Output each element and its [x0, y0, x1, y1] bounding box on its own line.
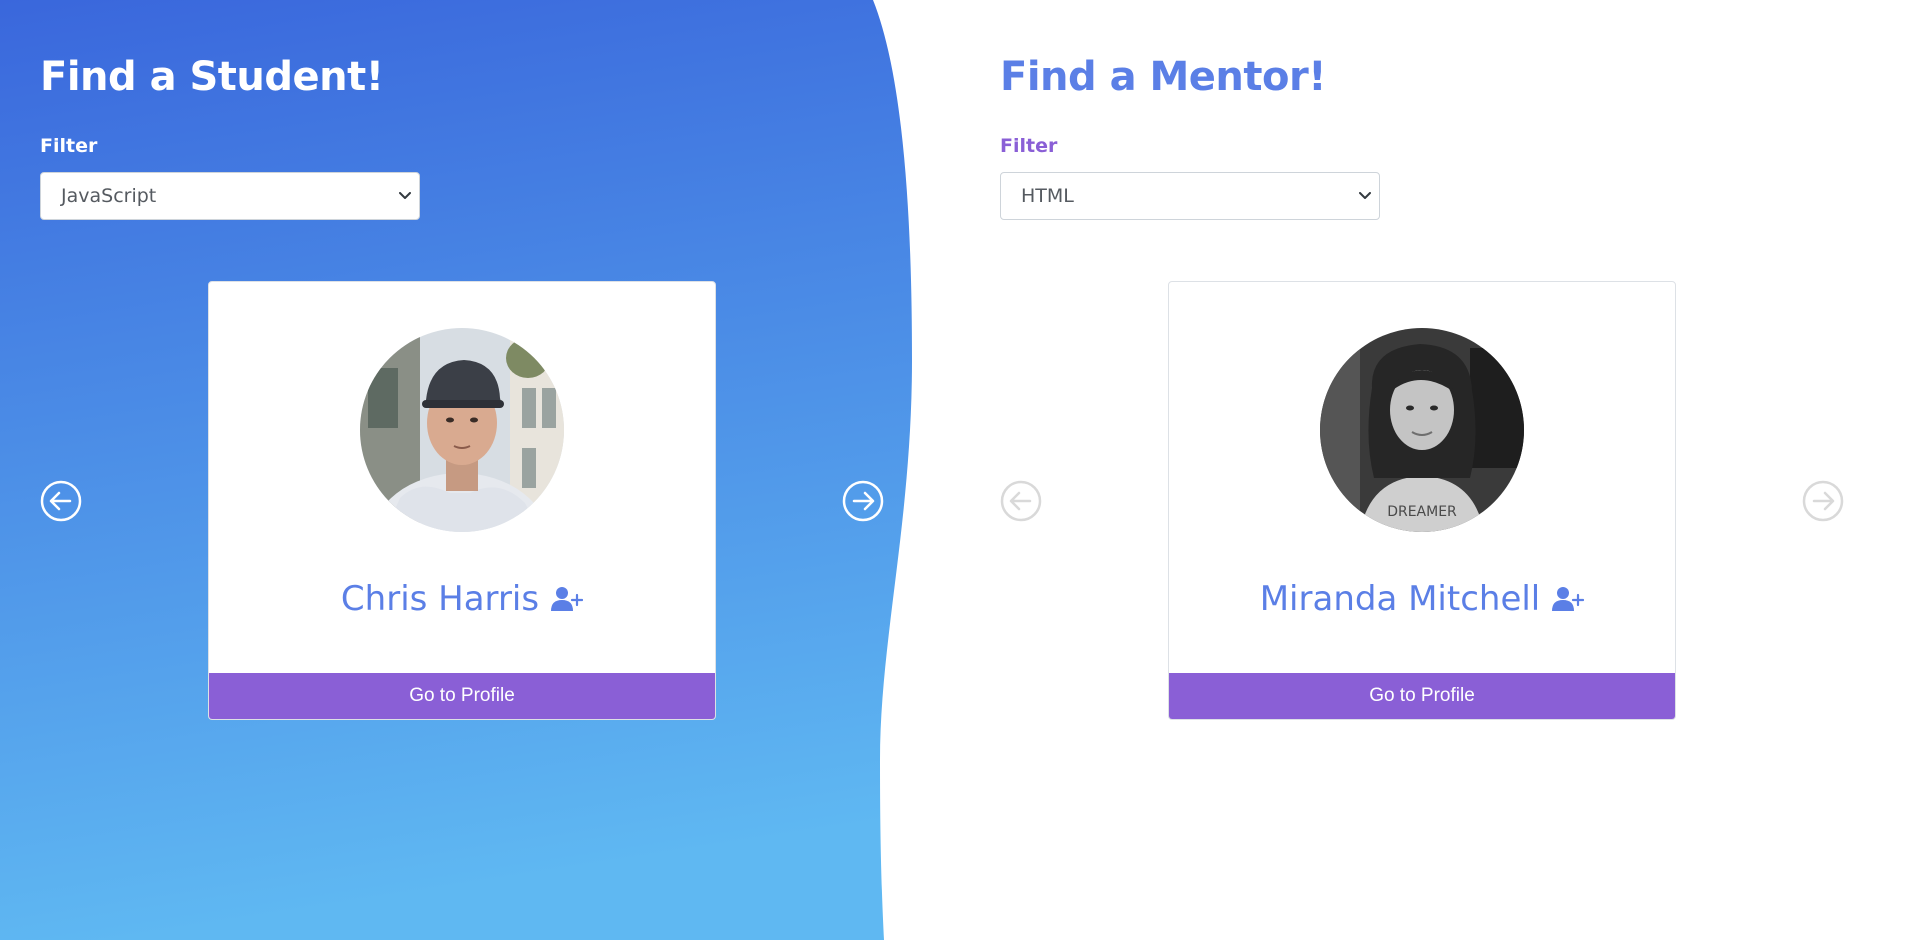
chevron-down-icon: [391, 172, 419, 220]
student-go-to-profile-button[interactable]: Go to Profile: [209, 673, 715, 719]
mentor-name: Miranda Mitchell: [1259, 579, 1541, 619]
student-filter-value: JavaScript: [61, 185, 157, 207]
mentor-go-to-profile-button[interactable]: Go to Profile: [1169, 673, 1675, 719]
mentor-filter-value: HTML: [1021, 185, 1074, 207]
student-filter-select[interactable]: JavaScript: [40, 172, 420, 220]
add-user-icon[interactable]: [1552, 585, 1585, 613]
mentor-title: Find a Mentor!: [1000, 54, 1326, 100]
avatar-photo-woman-bw: DREAMER: [1320, 328, 1524, 532]
mentor-name-row: Miranda Mitchell: [1169, 579, 1675, 619]
mentor-avatar: DREAMER: [1320, 328, 1524, 532]
mentor-prev-arrow[interactable]: [1000, 480, 1042, 522]
arrow-left-circle-icon: [1000, 480, 1042, 522]
student-prev-arrow[interactable]: [40, 480, 82, 522]
student-name: Chris Harris: [340, 579, 540, 619]
mentor-card: DREAMER Miranda Mitchell Go to Profile: [1168, 281, 1676, 720]
student-next-arrow[interactable]: [842, 480, 884, 522]
arrow-left-circle-icon: [40, 480, 82, 522]
svg-text:DREAMER: DREAMER: [1387, 504, 1457, 520]
page: Find a Student! Filter JavaScript Chris …: [0, 0, 1920, 940]
chevron-down-icon: [1351, 172, 1379, 220]
student-title: Find a Student!: [40, 54, 384, 100]
mentor-filter-select[interactable]: HTML: [1000, 172, 1380, 220]
avatar-photo-man-cap: [360, 328, 564, 532]
mentor-section: Find a Mentor! Filter HTML DREAMER Miran…: [960, 0, 1920, 940]
mentor-next-arrow[interactable]: [1802, 480, 1844, 522]
student-card: Chris Harris Go to Profile: [208, 281, 716, 720]
mentor-filter-label: Filter: [1000, 135, 1058, 157]
arrow-right-circle-icon: [842, 480, 884, 522]
student-name-row: Chris Harris: [209, 579, 715, 619]
arrow-right-circle-icon: [1802, 480, 1844, 522]
student-section: Find a Student! Filter JavaScript Chris …: [0, 0, 960, 940]
student-filter-label: Filter: [40, 135, 98, 157]
student-avatar: [360, 328, 564, 532]
add-user-icon[interactable]: [551, 585, 584, 613]
